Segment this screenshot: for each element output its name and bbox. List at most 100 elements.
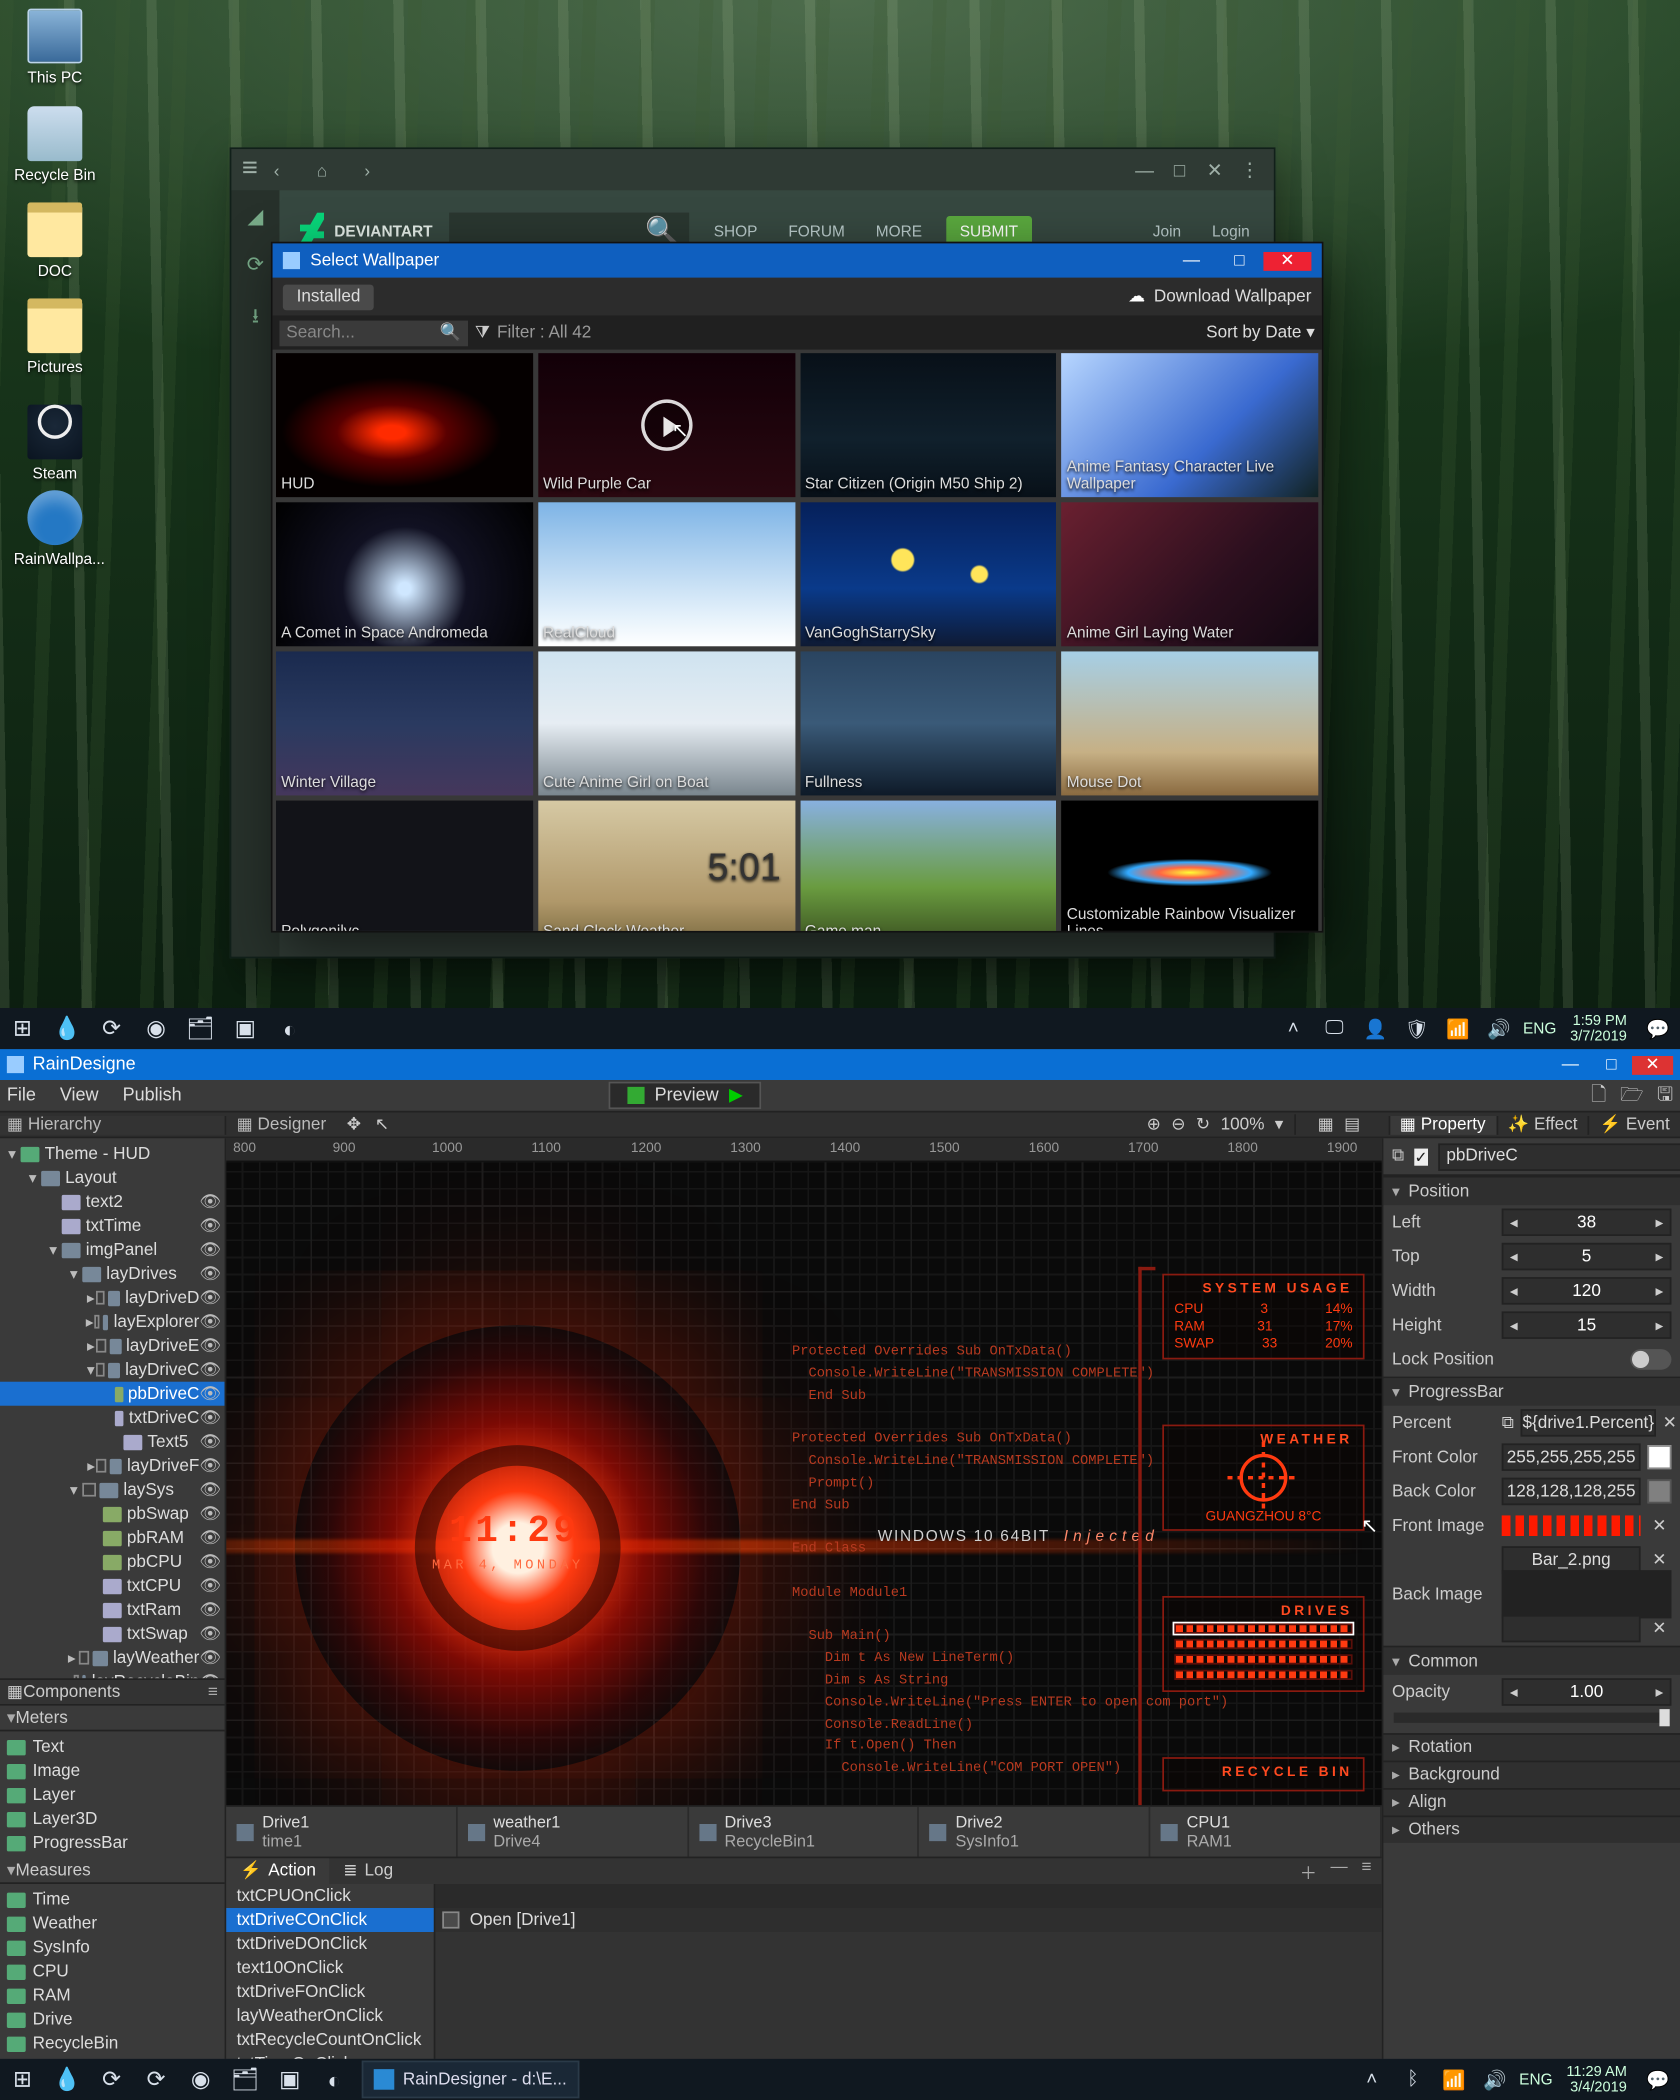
percent-input[interactable]: ${drive1.Percent} [1521, 1409, 1656, 1436]
visibility-icon[interactable]: 👁 [199, 1552, 221, 1571]
list-item[interactable]: Layer3D [7, 1807, 218, 1831]
desktop-icon-steam[interactable]: Steam [14, 394, 96, 481]
wallpaper-tile[interactable]: Star Citizen (Origin M50 Ship 2) [800, 353, 1057, 497]
play-icon[interactable]: ▶ [729, 1085, 743, 1106]
tab-action[interactable]: ⚡ Action [226, 1858, 329, 1884]
front-image-preview[interactable] [1502, 1515, 1641, 1536]
var-item[interactable]: Drive2SysInfo1 [920, 1807, 1151, 1857]
front-color-input[interactable]: 255,255,255,255 [1502, 1443, 1641, 1470]
nav-back-icon[interactable]: ‹ [265, 163, 289, 182]
tray-up-icon[interactable]: ˄ [1355, 2062, 1389, 2096]
notifications-icon[interactable]: 💬 [1641, 1011, 1675, 1045]
tree-item[interactable]: pbRAM👁 [0, 1526, 225, 1550]
wallpaper-tile[interactable]: A Comet in Space Andromeda [276, 502, 533, 646]
var-item[interactable]: weather1Drive4 [457, 1807, 688, 1857]
back-color-input[interactable]: 128,128,128,255 [1502, 1478, 1641, 1505]
tree-item[interactable]: txtCPU👁 [0, 1574, 225, 1598]
wallpaper-tile[interactable]: Customizable Rainbow Visualizer Lines [1062, 801, 1319, 931]
hamburger-icon[interactable]: ≡ [242, 154, 258, 185]
edge-icon[interactable]: ◐ [317, 2062, 351, 2096]
tray-wifi-icon[interactable]: 📶 [1437, 2062, 1471, 2096]
visibility-icon[interactable]: 👁 [199, 1600, 221, 1619]
chrome-icon[interactable]: ◉ [183, 2062, 217, 2096]
tree-item[interactable]: ▸layWeather👁 [0, 1646, 225, 1670]
tray-clock[interactable]: 1:59 PM3/7/2019 [1563, 1013, 1633, 1045]
minimize-icon[interactable]: — [1550, 1055, 1591, 1074]
close-icon[interactable]: ✕ [1201, 159, 1228, 181]
zoom-in-icon[interactable]: ⊕ [1147, 1115, 1161, 1134]
da-logo-icon[interactable]: ◢ [248, 204, 264, 228]
tab-event[interactable]: ⚡ Event [1588, 1115, 1680, 1134]
hierarchy-tree[interactable]: ▾Theme - HUD▾Layouttext2👁txtTime👁▾imgPan… [0, 1138, 225, 1678]
desktop-icon-pictures[interactable]: Pictures [14, 298, 96, 375]
snap-icon[interactable]: ▤ [1344, 1115, 1360, 1134]
nav-forum[interactable]: FORUM [788, 223, 845, 240]
taskbar[interactable]: ⊞ 💧 ⟳ ◉ 🗂 ▣ ◐ ˄ 🖵 👤 🛡 📶 🔊 ENG 1:59 PM3/7… [0, 1008, 1680, 1049]
tree-item[interactable]: pbCPU👁 [0, 1550, 225, 1574]
list-item[interactable]: SysInfo [7, 1935, 218, 1959]
tree-item[interactable]: txtDriveC👁 [0, 1406, 225, 1430]
visibility-icon[interactable]: 👁 [199, 1384, 221, 1403]
tray-people-icon[interactable]: 👤 [1358, 1011, 1392, 1045]
checkbox[interactable] [442, 1911, 459, 1928]
wallpaper-titlebar[interactable]: Select Wallpaper — □ ✕ [273, 243, 1322, 277]
tray-monitor-icon[interactable]: 🖵 [1317, 1011, 1351, 1045]
taskbar-app-raindesigner[interactable]: RainDesigner - d:\E... [362, 2061, 579, 2099]
grid-icon[interactable]: ▦ [1318, 1115, 1334, 1134]
remove-icon[interactable]: — [1331, 1858, 1348, 1884]
section-rotation[interactable]: ▸Rotation [1383, 1733, 1680, 1760]
tree-item[interactable]: ▸layDriveF👁 [0, 1454, 225, 1478]
desktop-icon-rainwallpaper[interactable]: RainWallpa... [14, 490, 96, 567]
new-file-icon[interactable]: 🗋 [1591, 1079, 1606, 1112]
clear-icon[interactable]: ✕ [1647, 1619, 1671, 1638]
action-item[interactable]: txtDriveCOnClick [226, 1908, 433, 1932]
wallpaper-tile[interactable]: Polygonilyc [276, 801, 533, 931]
menu-file[interactable]: File [7, 1085, 36, 1106]
list-item[interactable]: CPU [7, 1959, 218, 1983]
action-item[interactable]: txtRecycleCountOnClick [226, 2028, 433, 2052]
explorer-icon[interactable]: 🗂 [228, 2062, 262, 2096]
tree-item[interactable]: text2👁 [0, 1190, 225, 1214]
steam-icon[interactable]: ⟳ [247, 252, 264, 276]
minimize-icon[interactable]: — [1167, 251, 1215, 270]
visibility-icon[interactable]: 👁 [199, 1288, 221, 1307]
open-icon[interactable]: 🗁 [1620, 1079, 1643, 1112]
wallpaper-tile[interactable]: VanGoghStarrySky [800, 502, 1057, 646]
action-item[interactable]: txtDriveFOnClick [226, 1980, 433, 2004]
tray-bluetooth-icon[interactable]: ᛒ [1396, 2062, 1430, 2096]
preview-toggle[interactable]: Preview ▶ [608, 1082, 761, 1109]
drive-bar-c[interactable] [1174, 1623, 1352, 1633]
zoom-out-icon[interactable]: ⊖ [1171, 1115, 1185, 1134]
nav-more[interactable]: MORE [876, 223, 922, 240]
section-position[interactable]: ▾Position [1383, 1178, 1680, 1205]
wallpaper-tile[interactable]: Mouse Dot [1062, 651, 1319, 795]
action-item[interactable]: text10OnClick [226, 1956, 433, 1980]
tree-item[interactable]: txtRam👁 [0, 1598, 225, 1622]
taskbar[interactable]: ⊞ 💧 ⟳ ⟳ ◉ 🗂 ▣ ◐ RainDesigner - d:\E... ˄… [0, 2059, 1680, 2100]
list-item[interactable]: RecycleBin [7, 2031, 218, 2055]
back-image-preview[interactable] [1502, 1570, 1672, 1618]
panel-menu-icon[interactable]: ≡ [208, 1683, 218, 1702]
wallpaper-tile[interactable]: HUD [276, 353, 533, 497]
desktop-icon-this-pc[interactable]: This PC [14, 9, 96, 86]
tree-item[interactable]: ▸layDriveE👁 [0, 1334, 225, 1358]
menu-publish[interactable]: Publish [123, 1085, 182, 1106]
lock-toggle[interactable] [1630, 1349, 1671, 1370]
clear-icon[interactable]: ✕ [1663, 1413, 1677, 1432]
visibility-icon[interactable]: 👁 [199, 1408, 221, 1427]
wallpaper-search[interactable]: Search... 🔍 [279, 320, 468, 346]
clear-icon[interactable]: ✕ [1647, 1516, 1671, 1535]
minimize-icon[interactable]: — [1131, 161, 1158, 182]
visibility-icon[interactable]: 👁 [199, 1264, 221, 1283]
maximize-icon[interactable]: □ [1166, 161, 1193, 182]
panel-menu-icon[interactable]: ≡ [1361, 1858, 1371, 1884]
wallpaper-tile[interactable]: Cute Anime Girl on Boat [538, 651, 795, 795]
opacity-input[interactable]: ◂1.00▸ [1502, 1678, 1672, 1705]
element-id-input[interactable] [1438, 1143, 1680, 1170]
action-item[interactable]: txtCPUOnClick [226, 1884, 433, 1908]
tray-shield-icon[interactable]: 🛡 [1400, 1011, 1434, 1045]
start-icon[interactable]: ⊞ [5, 2062, 39, 2096]
chevron-down-icon[interactable]: ▾ [1275, 1115, 1284, 1134]
visibility-icon[interactable]: 👁 [199, 1528, 221, 1547]
designer-tab[interactable]: ▦ Designer [226, 1115, 336, 1134]
